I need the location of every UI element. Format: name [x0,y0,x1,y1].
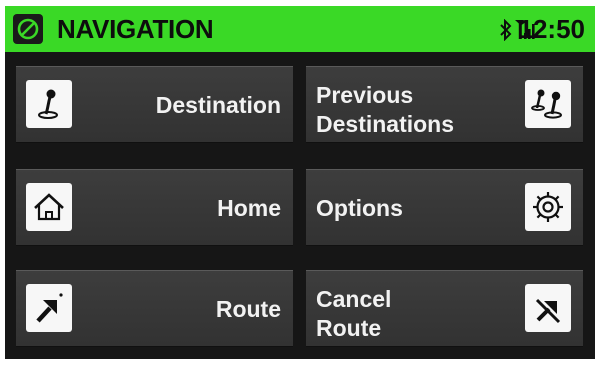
options-button[interactable]: Options [306,169,583,246]
previous-destinations-label-line1: Previous [316,82,414,108]
cancel-route-icon [525,284,571,332]
cancel-route-label-line1: Cancel [316,286,392,312]
cancel-route-label-line2: Route [316,315,382,341]
cancel-route-button[interactable]: Cancel Route [306,270,583,347]
bluetooth-icon [499,18,513,46]
destination-label: Destination [155,92,281,118]
route-label: Route [215,296,281,322]
home-icon [26,183,72,231]
options-label: Options [316,195,403,221]
destination-button[interactable]: Destination [16,66,293,143]
route-button[interactable]: Route [16,270,293,347]
home-label: Home [217,195,281,221]
home-button[interactable]: Home [16,169,293,246]
previous-destinations-label-line2: Destinations [316,111,455,137]
route-arrow-icon [26,284,72,332]
previous-destinations-button[interactable]: Previous Destinations [306,66,583,143]
navigation-compass-icon [13,14,43,44]
gear-icon [525,183,571,231]
header-bar: NAVIGATION 12:50 [5,6,595,52]
destination-pin-icon [26,80,72,128]
navigation-screen: NAVIGATION 12:50 Destination Previous De… [5,6,595,359]
clock: 12:50 [518,14,586,44]
page-title: NAVIGATION [57,14,214,44]
previous-destinations-pins-icon [525,80,571,128]
